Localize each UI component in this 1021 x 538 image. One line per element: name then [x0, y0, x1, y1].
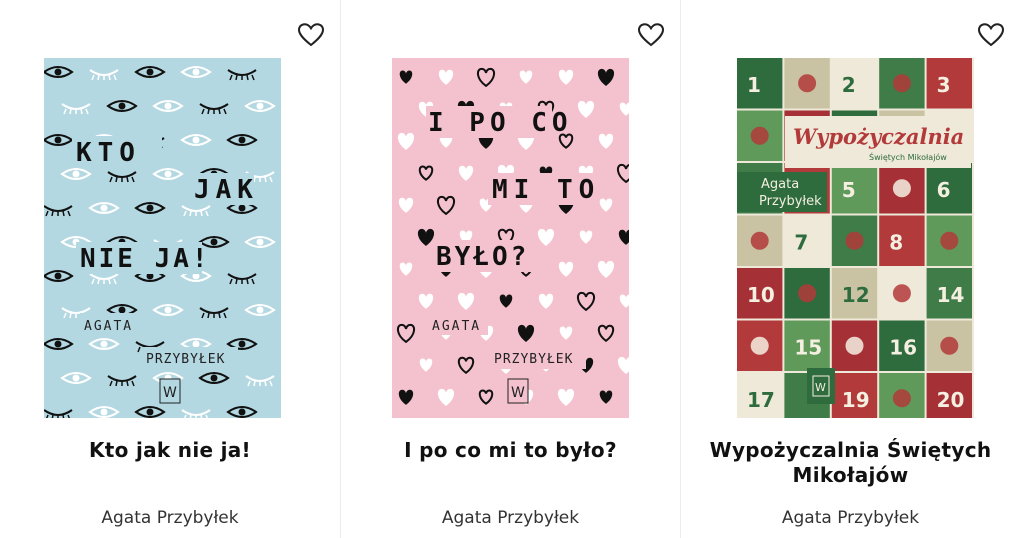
cover-text-line1: KTO: [76, 138, 141, 168]
cover-text-line2: MI TO: [492, 175, 600, 205]
cover-author-line2: PRZYBYŁEK: [146, 352, 225, 367]
book-title[interactable]: Kto jak nie ja!: [10, 438, 330, 463]
calendar-number: 2: [842, 73, 856, 97]
book-author[interactable]: Agata Przybyłek: [341, 508, 680, 528]
calendar-number: 5: [842, 178, 856, 202]
publisher-logo: W: [815, 381, 826, 394]
calendar-number: 6: [937, 178, 951, 202]
calendar-number: 17: [747, 388, 775, 412]
cover-author-line1: Agata: [761, 177, 799, 192]
cover-text-line1: I PO CO: [428, 108, 573, 138]
calendar-number: 12: [842, 283, 870, 307]
calendar-number: 16: [889, 336, 917, 360]
calendar-number: 20: [937, 388, 965, 412]
book-author[interactable]: Agata Przybyłek: [681, 508, 1020, 528]
publisher-logo: W: [511, 385, 525, 401]
calendar-number: 1: [747, 73, 761, 97]
calendar-number: 15: [794, 336, 822, 360]
book-cover[interactable]: 1 2 3 5 6 7 8 10 12 14 15 16 17 19 20 Wypożyczalnia Św…: [737, 58, 974, 418]
publisher-logo: W: [163, 385, 177, 401]
book-card[interactable]: 1 2 3 5 6 7 8 10 12 14 15 16 17 19 20 Wypożyczalnia Św…: [680, 0, 1020, 538]
cover-author-line2: PRZYBYŁEK: [494, 352, 573, 367]
cover-author-line1: AGATA: [432, 319, 481, 334]
book-card[interactable]: KTO JAK NIE JA! AGATA PRZYBYŁEK W Kto ja…: [0, 0, 340, 538]
book-author[interactable]: Agata Przybyłek: [0, 508, 340, 528]
heart-icon[interactable]: [636, 20, 666, 50]
cover-title-line1: Wypożyczalnia: [793, 124, 964, 149]
cover-text-line2: JAK: [194, 175, 259, 205]
calendar-number: 7: [794, 231, 808, 255]
book-title[interactable]: Wypożyczalnia Świętych Mikołajów: [691, 438, 1010, 488]
heart-icon[interactable]: [976, 20, 1006, 50]
calendar-number: 3: [937, 73, 951, 97]
cover-title-line2: Świętych Mikołajów: [869, 151, 947, 162]
cover-text-line3: BYŁO?: [436, 242, 529, 272]
cover-author-line2: Przybyłek: [759, 194, 822, 209]
heart-icon[interactable]: [296, 20, 326, 50]
calendar-number: 10: [747, 283, 775, 307]
book-cover[interactable]: I PO CO MI TO BYŁO? AGATA PRZYBYŁEK W: [392, 58, 629, 418]
book-card[interactable]: I PO CO MI TO BYŁO? AGATA PRZYBYŁEK W I …: [340, 0, 680, 538]
cover-author-line1: AGATA: [84, 319, 133, 334]
book-grid: KTO JAK NIE JA! AGATA PRZYBYŁEK W Kto ja…: [0, 0, 1021, 538]
book-cover[interactable]: KTO JAK NIE JA! AGATA PRZYBYŁEK W: [44, 58, 281, 418]
book-title[interactable]: I po co mi to było?: [351, 438, 670, 463]
cover-text-line3: NIE JA!: [80, 244, 211, 274]
calendar-number: 19: [842, 388, 870, 412]
calendar-number: 14: [937, 283, 965, 307]
calendar-number: 8: [889, 231, 903, 255]
